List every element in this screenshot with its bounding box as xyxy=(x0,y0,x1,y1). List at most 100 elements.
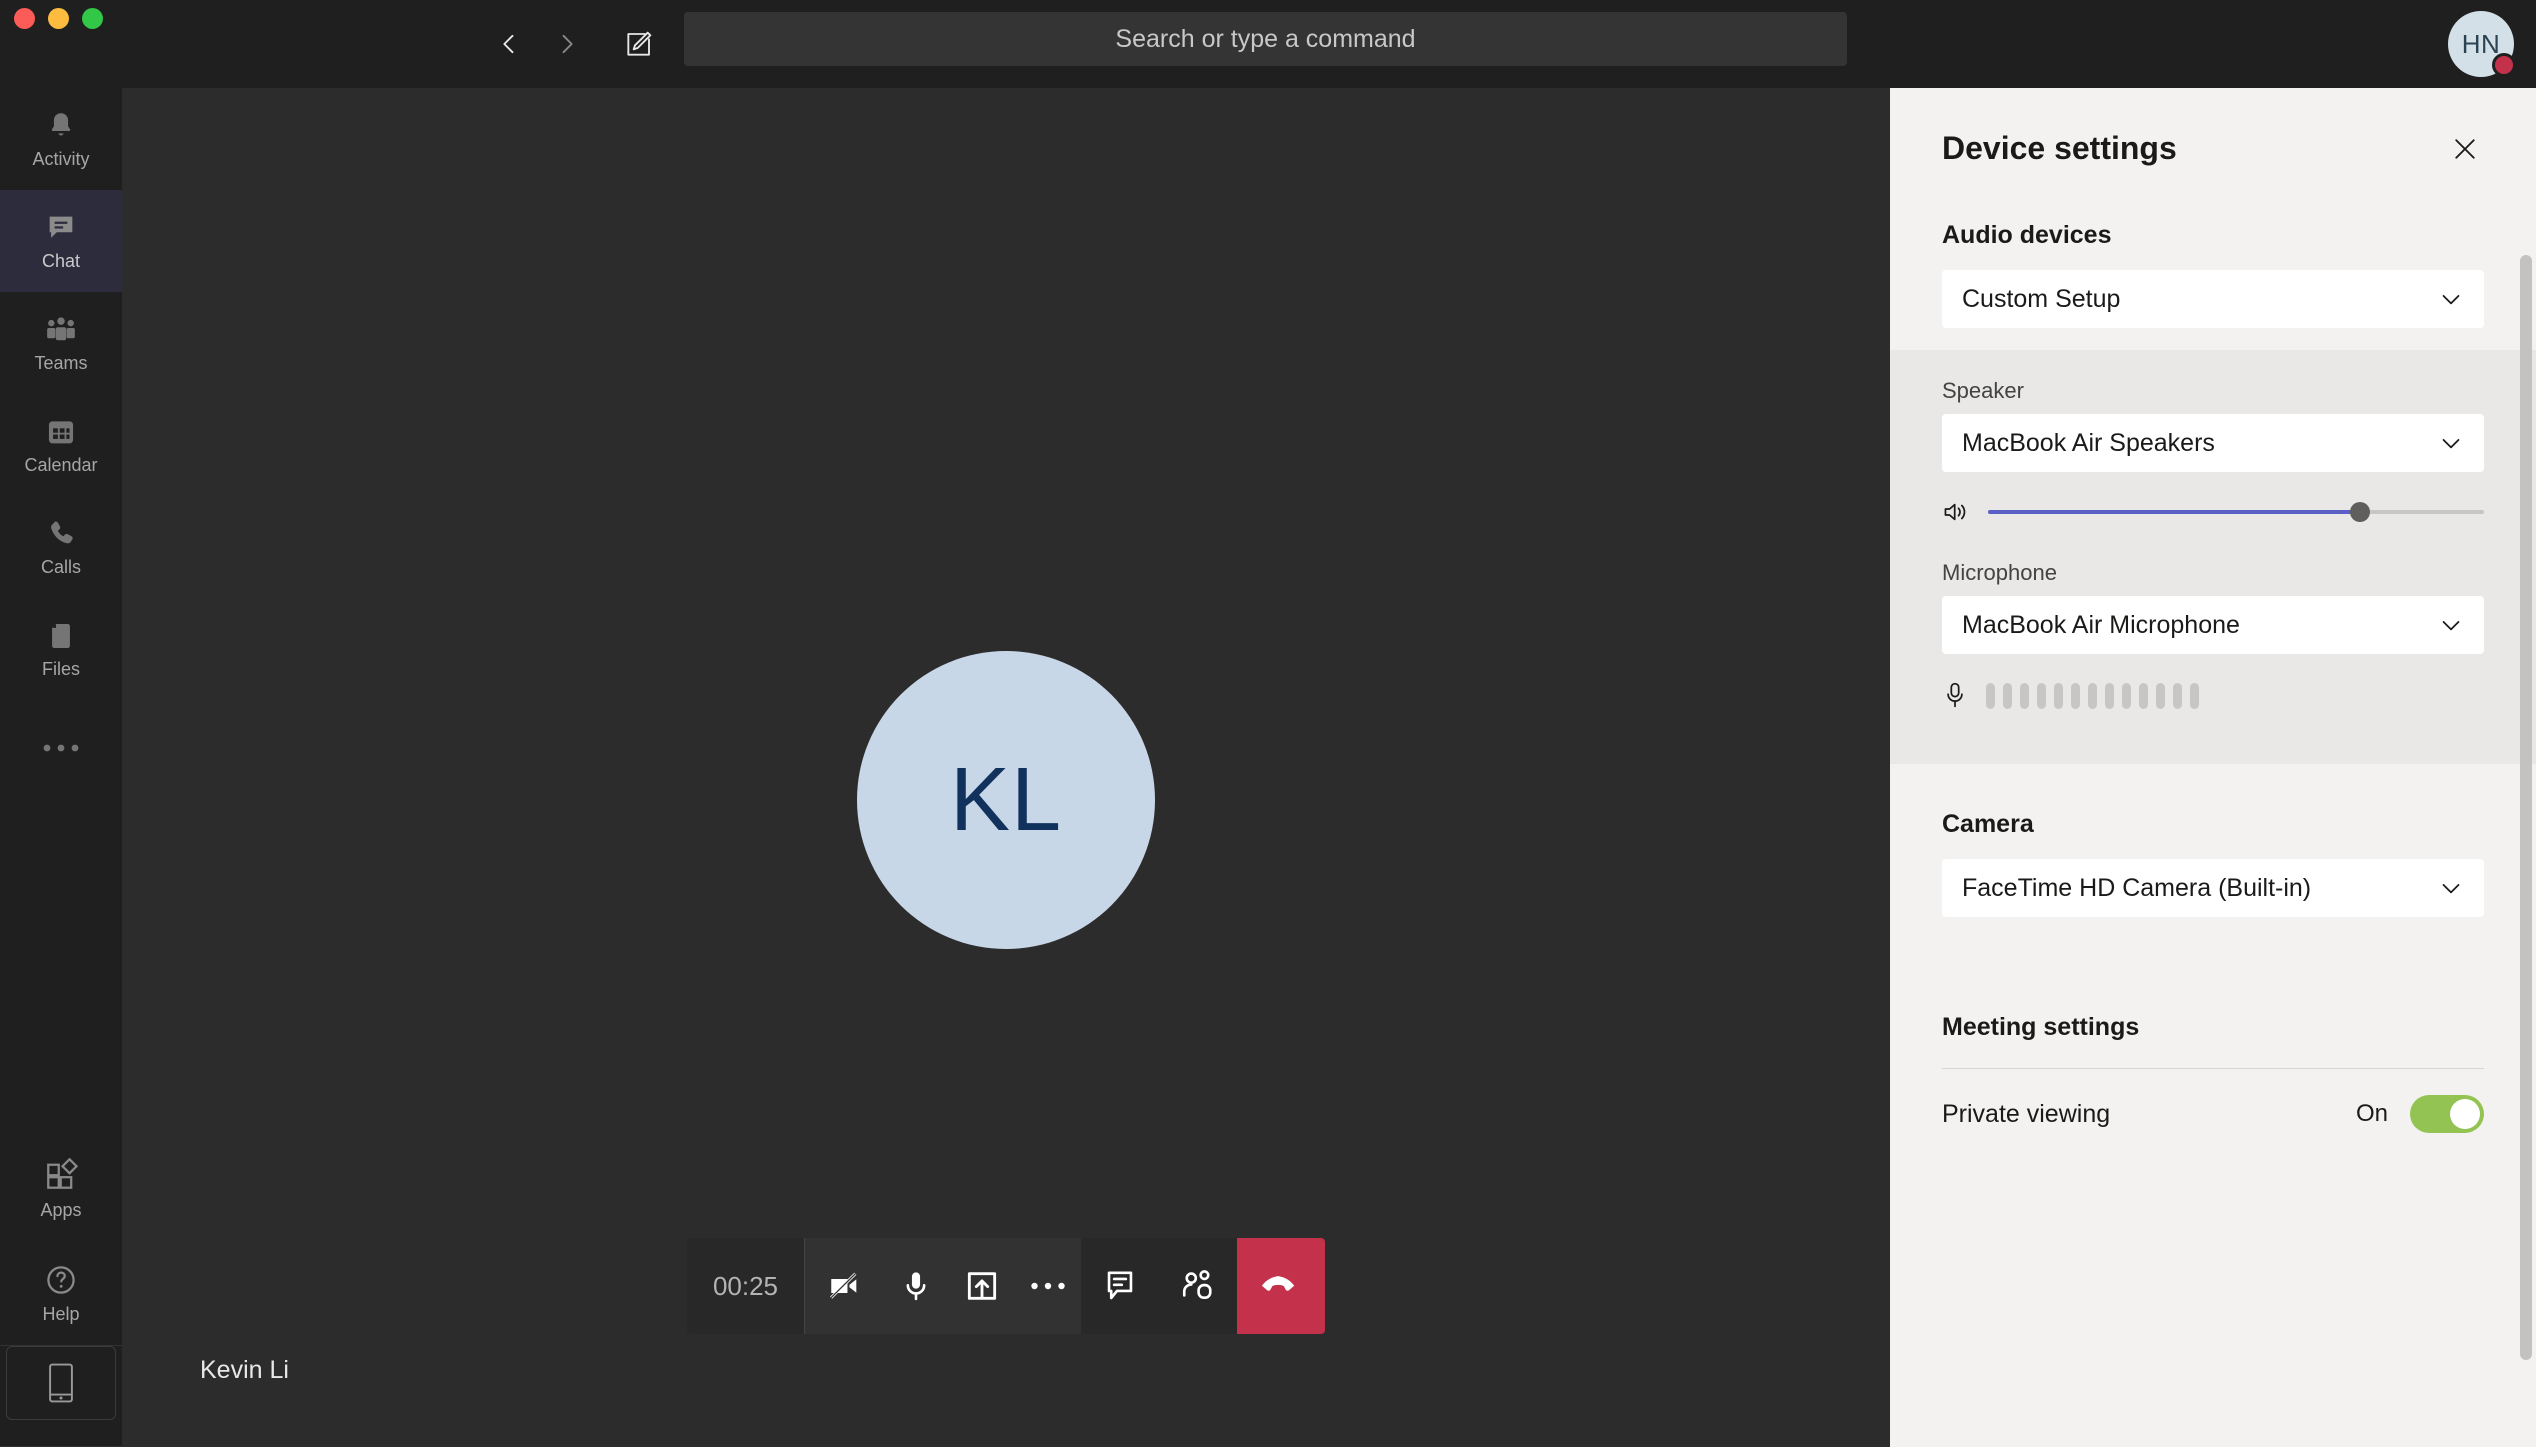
microphone-level-bar xyxy=(2122,683,2131,709)
forward-button[interactable] xyxy=(538,15,596,73)
chevron-down-icon xyxy=(2442,439,2460,449)
panel-header: Device settings xyxy=(1890,88,2536,173)
chevron-down-icon xyxy=(2442,621,2460,631)
call-control-bar: 00:25 xyxy=(687,1238,1325,1334)
microphone-level-bar xyxy=(2088,683,2097,709)
sidebar-item-calendar[interactable]: Calendar xyxy=(0,394,122,496)
private-viewing-control: On xyxy=(2356,1095,2484,1133)
camera-heading: Camera xyxy=(1942,810,2034,838)
user-avatar[interactable]: HN xyxy=(2448,11,2516,77)
microphone-icon xyxy=(906,1272,926,1301)
microphone-dropdown[interactable]: MacBook Air Microphone xyxy=(1942,596,2484,654)
sidebar-item-help[interactable]: Help xyxy=(0,1241,122,1345)
sidebar-item-apps[interactable]: Apps xyxy=(0,1137,122,1241)
more-actions-button[interactable] xyxy=(1015,1238,1081,1334)
navigation-buttons xyxy=(480,0,596,88)
status-badge xyxy=(2492,53,2516,77)
sidebar-item-label: Chat xyxy=(41,250,81,271)
volume-slider[interactable] xyxy=(1988,502,2484,522)
sidebar-item-files[interactable]: Files xyxy=(0,598,122,700)
close-icon xyxy=(2455,139,2475,159)
camera-dropdown[interactable]: FaceTime HD Camera (Built-in) xyxy=(1942,859,2484,917)
chat-icon xyxy=(49,216,73,238)
more-horizontal-icon xyxy=(43,744,79,752)
microphone-icon xyxy=(1947,682,1963,708)
close-window-button[interactable] xyxy=(14,8,35,29)
hang-up-button[interactable] xyxy=(1237,1238,1325,1334)
sidebar-item-activity[interactable]: Activity xyxy=(0,88,122,190)
device-settings-panel: Device settings Audio devices Custom Set… xyxy=(1890,88,2536,1447)
call-panel-buttons xyxy=(1081,1238,1237,1334)
sidebar-item-label: Activity xyxy=(32,148,90,169)
microphone-level-bar xyxy=(2173,683,2182,709)
app-rail-bottom: Apps Help xyxy=(0,1137,122,1447)
sidebar-item-chat[interactable]: Chat xyxy=(0,190,122,292)
teams-icon xyxy=(47,316,75,340)
audio-devices-heading: Audio devices xyxy=(1942,221,2112,249)
search-input[interactable]: Search or type a command xyxy=(684,12,1847,66)
maximize-window-button[interactable] xyxy=(82,8,103,29)
toggle-camera-button[interactable] xyxy=(805,1238,883,1334)
minimize-window-button[interactable] xyxy=(48,8,69,29)
calendar-icon xyxy=(48,420,74,443)
speaker-value: MacBook Air Speakers xyxy=(1962,428,2215,457)
microphone-level-bar xyxy=(2139,683,2148,709)
panel-scrollbar[interactable] xyxy=(2520,255,2532,1360)
private-viewing-toggle[interactable] xyxy=(2410,1095,2484,1133)
participant-avatar: KL xyxy=(857,651,1155,949)
call-media-buttons xyxy=(805,1238,1081,1334)
window-controls xyxy=(14,8,103,29)
microphone-level-meter xyxy=(1986,683,2199,709)
sidebar-item-calls[interactable]: Calls xyxy=(0,496,122,598)
back-button[interactable] xyxy=(480,15,538,73)
private-viewing-row: Private viewing On xyxy=(1942,1069,2484,1133)
microphone-level-bar xyxy=(2054,683,2063,709)
sidebar-item-label: Calls xyxy=(40,556,81,577)
meeting-settings-heading: Meeting settings xyxy=(1942,1013,2140,1041)
microphone-level-bar xyxy=(2037,683,2046,709)
sidebar-item-more[interactable] xyxy=(0,700,122,802)
speaker-microphone-block: Speaker MacBook Air Speakers Microphone … xyxy=(1890,350,2536,764)
volume-slider-fill xyxy=(1988,510,2360,514)
share-screen-button[interactable] xyxy=(949,1238,1015,1334)
download-mobile-app-button[interactable] xyxy=(6,1346,116,1420)
close-panel-button[interactable] xyxy=(2446,130,2484,173)
title-bar: Search or type a command HN xyxy=(0,0,2536,88)
meeting-settings-section: Meeting settings Private viewing On xyxy=(1890,1013,2536,1133)
show-participants-button[interactable] xyxy=(1159,1238,1237,1334)
microphone-label: Microphone xyxy=(1942,560,2057,585)
speaker-dropdown[interactable]: MacBook Air Speakers xyxy=(1942,414,2484,472)
chevron-right-icon xyxy=(562,34,573,54)
speaker-label: Speaker xyxy=(1942,378,2024,403)
share-screen-icon xyxy=(967,1272,997,1300)
sidebar-item-label: Help xyxy=(42,1303,80,1324)
audio-device-value: Custom Setup xyxy=(1962,284,2121,313)
new-chat-button[interactable] xyxy=(608,0,670,88)
phone-icon xyxy=(51,520,73,543)
compose-icon xyxy=(627,31,652,56)
bell-icon xyxy=(51,112,71,135)
private-viewing-state: On xyxy=(2355,1100,2388,1127)
apps-icon xyxy=(47,1157,79,1189)
sidebar-item-teams[interactable]: Teams xyxy=(0,292,122,394)
call-timer: 00:25 xyxy=(687,1238,805,1334)
hangup-phone-icon xyxy=(1261,1276,1295,1291)
chevron-left-icon xyxy=(503,34,514,54)
volume-slider-thumb[interactable] xyxy=(2350,502,2370,522)
volume-slider-row xyxy=(1942,498,2484,526)
audio-device-dropdown[interactable]: Custom Setup xyxy=(1942,270,2484,328)
more-horizontal-icon xyxy=(1031,1282,1065,1290)
microphone-level-bar xyxy=(2071,683,2080,709)
toggle-microphone-button[interactable] xyxy=(883,1238,949,1334)
app-rail: Activity Chat Teams Calendar Calls Files… xyxy=(0,88,122,1447)
meeting-stage: KL Kevin Li 00:25 xyxy=(122,88,1890,1447)
microphone-level-bar xyxy=(2156,683,2165,709)
camera-value: FaceTime HD Camera (Built-in) xyxy=(1962,873,2312,902)
audio-devices-section: Audio devices Custom Setup xyxy=(1890,221,2536,328)
microphone-level-bar xyxy=(2105,683,2114,709)
show-conversation-button[interactable] xyxy=(1081,1238,1159,1334)
chevron-down-icon xyxy=(2442,884,2460,894)
sidebar-item-label: Teams xyxy=(34,352,88,373)
speaker-icon xyxy=(1944,503,1966,521)
camera-section: Camera FaceTime HD Camera (Built-in) xyxy=(1890,810,2536,917)
